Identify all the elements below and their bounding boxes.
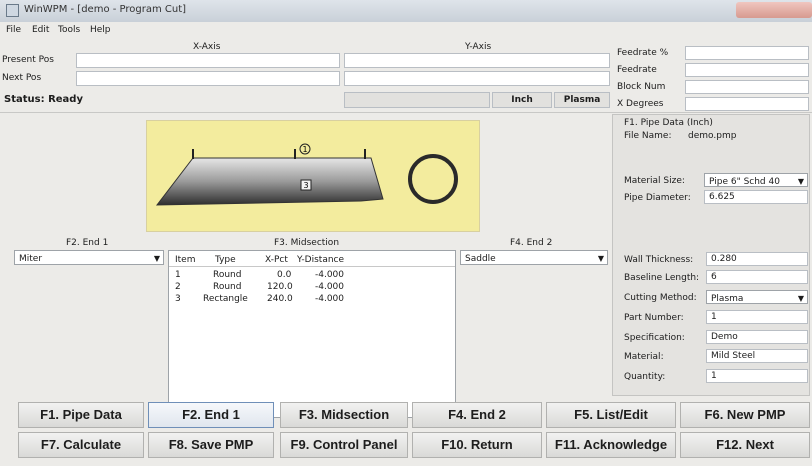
material-field[interactable]: Mild Steel (706, 349, 808, 363)
present-pos-x (76, 53, 340, 68)
chevron-down-icon: ▼ (797, 294, 804, 303)
col-y-distance: Y-Distance (297, 255, 345, 265)
specification-label: Specification: (624, 333, 685, 343)
specification-field[interactable]: Demo (706, 330, 808, 344)
feedrate-pct-label: Feedrate % (617, 48, 669, 58)
window-controls[interactable] (736, 2, 812, 18)
pipe-diameter-label: Pipe Diameter: (624, 193, 691, 203)
end1-value: Miter (19, 254, 43, 264)
midsection-table[interactable]: Item Type X-Pct Y-Distance 1 Round 0.0 -… (168, 250, 456, 418)
row-y-distance: -4.000 (315, 270, 345, 280)
pipe-body-shape (155, 157, 384, 206)
row-item: 3 (175, 294, 181, 304)
feedrate-label: Feedrate (617, 65, 657, 75)
pipe-illustration: 1 3 (155, 143, 458, 206)
baseline-length-label: Baseline Length: (624, 273, 700, 283)
block-num-label: Block Num (617, 82, 666, 92)
f7-calculate-button[interactable]: F7. Calculate (18, 432, 144, 458)
quantity-field[interactable]: 1 (706, 369, 808, 383)
menu-bar: File Edit Tools Help (0, 22, 812, 38)
f5-list-edit-button[interactable]: F5. List/Edit (546, 402, 676, 428)
f11-acknowledge-button[interactable]: F11. Acknowledge (546, 432, 676, 458)
callout-3-text: 3 (303, 181, 308, 190)
row-type: Round (213, 282, 242, 292)
menu-edit[interactable]: Edit (32, 25, 49, 35)
x-axis-label: X-Axis (193, 42, 221, 52)
f4-end2-button[interactable]: F4. End 2 (412, 402, 542, 428)
window-title: WinWPM - [demo - Program Cut] (24, 4, 187, 15)
app-icon (6, 4, 19, 17)
degrees-label: X Degrees (617, 99, 664, 109)
menu-help[interactable]: Help (90, 25, 111, 35)
chevron-down-icon: ▼ (797, 177, 804, 186)
pipe-diameter-field[interactable]: 6.625 (704, 190, 808, 204)
row-y-distance: -4.000 (315, 294, 345, 304)
end1-select[interactable]: Miter ▼ (14, 250, 164, 265)
degrees-field (685, 97, 809, 111)
present-pos-label: Present Pos (2, 55, 54, 65)
wall-thickness-label: Wall Thickness: (624, 255, 694, 265)
part-number-field[interactable]: 1 (706, 310, 808, 324)
divider (0, 112, 812, 113)
material-size-value: Pipe 6" Schd 40 (709, 177, 780, 187)
f8-save-pmp-button[interactable]: F8. Save PMP (148, 432, 274, 458)
col-item: Item (175, 255, 196, 265)
f6-new-pmp-button[interactable]: F6. New PMP (680, 402, 810, 428)
pipe-drawing-panel: 1 3 (146, 120, 480, 232)
end1-title: F2. End 1 (66, 238, 109, 248)
row-x-pct: 0.0 (277, 270, 292, 280)
cutting-method-value: Plasma (711, 294, 744, 304)
col-type: Type (215, 255, 236, 265)
f12-next-button[interactable]: F12. Next (680, 432, 810, 458)
row-type: Rectangle (203, 294, 248, 304)
next-pos-y (344, 71, 610, 86)
material-label: Material: (624, 352, 664, 362)
status-method: Plasma (554, 92, 610, 108)
menu-file[interactable]: File (6, 25, 21, 35)
status-text: Status: Ready (4, 94, 83, 105)
status-progress (344, 92, 490, 108)
pipe-cross-section (408, 154, 458, 204)
row-y-distance: -4.000 (315, 282, 345, 292)
menu-tools[interactable]: Tools (58, 25, 80, 35)
cutting-method-select[interactable]: Plasma ▼ (706, 290, 808, 304)
table-header: Item Type X-Pct Y-Distance (169, 251, 455, 267)
pipe-data-title: F1. Pipe Data (Inch) (624, 118, 713, 128)
next-pos-label: Next Pos (2, 73, 42, 83)
row-x-pct: 120.0 (267, 282, 293, 292)
chevron-down-icon: ▼ (153, 254, 160, 263)
file-name-value: demo.pmp (688, 131, 737, 141)
midsection-title: F3. Midsection (274, 238, 340, 248)
material-size-select[interactable]: Pipe 6" Schd 40 ▼ (704, 173, 808, 187)
file-name-label: File Name: (624, 131, 672, 141)
feedrate-field (685, 63, 809, 77)
cutting-method-label: Cutting Method: (624, 293, 697, 303)
end2-select[interactable]: Saddle ▼ (460, 250, 608, 265)
chevron-down-icon: ▼ (597, 254, 604, 263)
row-type: Round (213, 270, 242, 280)
f3-midsection-button[interactable]: F3. Midsection (280, 402, 408, 428)
f2-end1-button[interactable]: F2. End 1 (148, 402, 274, 428)
status-unit: Inch (492, 92, 552, 108)
col-x-pct: X-Pct (265, 255, 288, 265)
present-pos-y (344, 53, 610, 68)
feedrate-pct-field (685, 46, 809, 60)
quantity-label: Quantity: (624, 372, 666, 382)
f10-return-button[interactable]: F10. Return (412, 432, 542, 458)
row-item: 1 (175, 270, 181, 280)
block-num-field (685, 80, 809, 94)
material-size-label: Material Size: (624, 176, 685, 186)
baseline-length-field[interactable]: 6 (706, 270, 808, 284)
part-number-label: Part Number: (624, 313, 684, 323)
end2-value: Saddle (465, 254, 496, 264)
f9-control-panel-button[interactable]: F9. Control Panel (280, 432, 408, 458)
end2-title: F4. End 2 (510, 238, 553, 248)
row-item: 2 (175, 282, 181, 292)
row-x-pct: 240.0 (267, 294, 293, 304)
next-pos-x (76, 71, 340, 86)
y-axis-label: Y-Axis (465, 42, 492, 52)
callout-1-text: 1 (302, 145, 307, 154)
wall-thickness-field[interactable]: 0.280 (706, 252, 808, 266)
f1-pipe-data-button[interactable]: F1. Pipe Data (18, 402, 144, 428)
